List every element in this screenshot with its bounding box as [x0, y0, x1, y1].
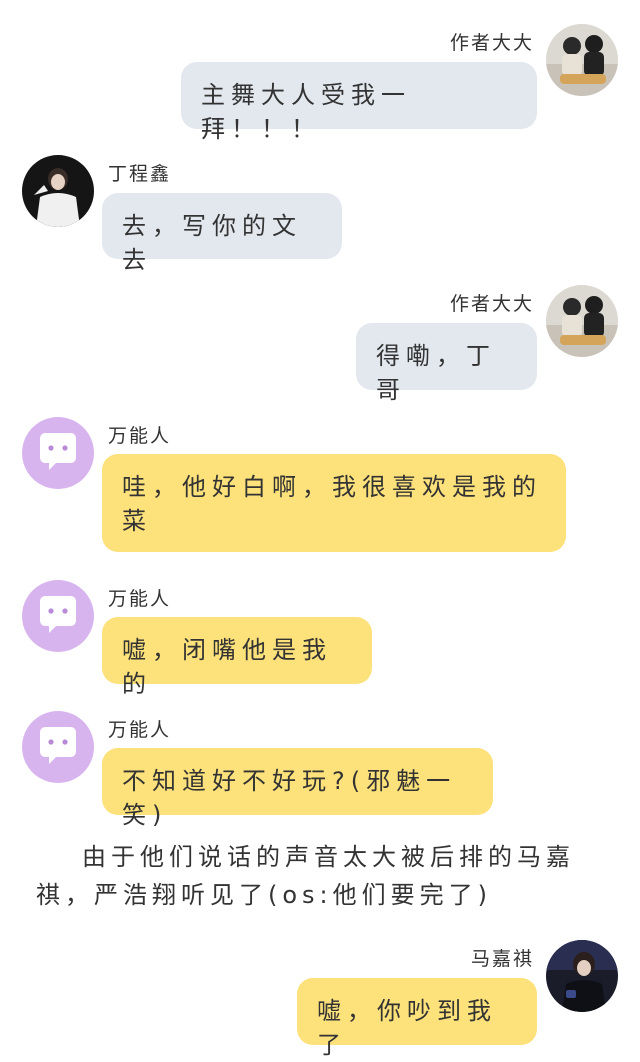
- ma-avatar[interactable]: [546, 940, 618, 1012]
- sender-name: 万能人: [108, 719, 172, 741]
- sender-name: 万能人: [108, 588, 172, 610]
- bot-avatar[interactable]: [22, 417, 94, 489]
- sender-name: 马嘉祺: [470, 948, 534, 970]
- ding-photo-icon: [22, 155, 94, 227]
- bot-avatar[interactable]: [22, 711, 94, 783]
- chat-bubble-icon: [40, 596, 76, 633]
- ding-avatar[interactable]: [22, 155, 94, 227]
- message-bubble: 去，写你的文去: [102, 193, 342, 274]
- message-bubble: 哇，他好白啊，我很喜欢是我的菜: [102, 454, 566, 552]
- sender-name: 作者大大: [449, 293, 534, 315]
- message-bubble: 嘘，你吵到我了: [297, 978, 537, 1059]
- message-bubble: 得嘞，丁哥: [356, 323, 537, 404]
- author-photo-icon: [546, 285, 618, 357]
- message-bubble: 嘘，闭嘴他是我的: [102, 617, 372, 698]
- chat-bubble-icon: [40, 727, 76, 764]
- sender-name: 作者大大: [449, 32, 534, 54]
- chat-bubble-icon: [40, 433, 76, 470]
- sender-name: 万能人: [108, 425, 172, 447]
- author-avatar[interactable]: [546, 285, 618, 357]
- author-photo-icon: [546, 24, 618, 96]
- author-avatar[interactable]: [546, 24, 618, 96]
- ma-photo-icon: [546, 940, 618, 1012]
- bot-avatar[interactable]: [22, 580, 94, 652]
- sender-name: 丁程鑫: [108, 163, 172, 185]
- message-bubble: 不知道好不好玩?(邪魅一笑): [102, 748, 493, 829]
- narration-text: 由于他们说话的声音太大被后排的马嘉祺，严浩翔听见了(os:他们要完了): [36, 843, 575, 909]
- message-bubble: 主舞大人受我一拜！！！: [181, 62, 537, 143]
